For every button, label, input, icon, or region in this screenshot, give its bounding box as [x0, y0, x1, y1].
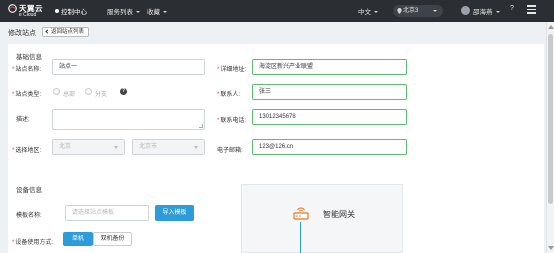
description-label: 描述: [16, 117, 30, 123]
region-selector[interactable]: 北京3 [393, 5, 443, 17]
dot-icon [55, 9, 59, 13]
top-navigation-bar: 天翼云 e Cloud 控制中心 服务列表 收藏 中文 北京3 邵海燕 ? [0, 0, 554, 22]
area-label: *选择地区: [12, 148, 42, 154]
province-select[interactable]: 北京 [52, 139, 125, 155]
city-select[interactable]: 北京市 [132, 139, 205, 155]
description-textarea[interactable] [52, 109, 205, 130]
contact-input[interactable]: 张三 [252, 84, 407, 100]
language-label: 中文 [358, 9, 371, 16]
page-title: 修改站点 [8, 30, 36, 37]
resize-handle[interactable] [199, 124, 203, 128]
help-icon[interactable]: ? [510, 5, 514, 12]
device-info-heading: 设备信息 [16, 187, 42, 194]
connection-line [300, 222, 301, 253]
back-to-site-list-button[interactable]: 返回站点列表 [42, 27, 90, 37]
site-name-label: *站点名称: [12, 67, 42, 73]
site-type-hq-label: 总部 [63, 92, 76, 98]
phone-label: *联系电话: [217, 118, 247, 124]
site-type-hq-radio[interactable] [53, 88, 60, 95]
province-value: 北京 [59, 144, 72, 150]
import-template-button[interactable]: 导入模板 [155, 205, 194, 221]
hamburger-menu-icon[interactable] [527, 5, 537, 16]
user-name: 邵海燕 [473, 9, 493, 16]
caret-down-icon [433, 10, 437, 12]
gateway-router-icon [293, 207, 309, 220]
template-label: 模板名称: [16, 213, 42, 219]
caret-down-icon [194, 146, 198, 149]
mode-dual-backup-button[interactable]: 双机备份 [93, 232, 132, 246]
back-button-label: 返回站点列表 [51, 29, 85, 35]
site-type-label: *站点类型: [12, 92, 42, 98]
nav-favorites-label: 收藏 [147, 9, 160, 16]
tianyi-logo-icon [8, 4, 17, 13]
city-value: 北京市 [139, 144, 158, 150]
contact-label: *联系人: [217, 92, 241, 98]
brand-logo[interactable]: 天翼云 e Cloud [8, 3, 44, 19]
region-label: 北京3 [403, 8, 419, 14]
language-switch[interactable]: 中文 [358, 6, 378, 16]
site-type-branch-radio[interactable] [85, 88, 92, 95]
console-home-link[interactable]: 控制中心 [55, 6, 87, 16]
device-mode-label: *设备使用方式: [12, 240, 54, 246]
mode-single-button[interactable]: 单机 [63, 232, 93, 246]
scroll-down-arrow-icon[interactable] [548, 246, 554, 250]
caret-down-icon [163, 11, 167, 13]
avatar[interactable] [461, 6, 470, 15]
caret-down-icon [374, 11, 378, 13]
question-icon[interactable]: ? [120, 88, 127, 95]
nav-service-list-label: 服务列表 [107, 9, 133, 16]
caret-down-icon [136, 11, 140, 13]
phone-input[interactable]: 13012345678 [252, 109, 407, 125]
template-select[interactable]: 请选择站点模板 [65, 205, 149, 221]
location-pin-icon [397, 8, 402, 14]
console-label: 控制中心 [61, 9, 87, 16]
network-diagram: 智能网关 [241, 184, 403, 253]
vertical-scrollbar[interactable] [546, 22, 554, 253]
email-label: 电子邮箱: [217, 148, 243, 154]
logo-text-en: e Cloud [19, 12, 37, 18]
email-input[interactable]: 123@126.cn [252, 139, 407, 155]
caret-down-icon [495, 11, 500, 13]
nav-service-list[interactable]: 服务列表 [107, 6, 140, 16]
site-type-branch-label: 分支 [95, 92, 108, 98]
scroll-up-arrow-icon[interactable] [548, 25, 554, 29]
gateway-label: 智能网关 [323, 210, 355, 219]
basic-info-heading: 基础信息 [16, 54, 42, 61]
address-input[interactable]: 海淀区新兴产业联盟 [252, 59, 407, 75]
address-label: *详细地址: [217, 67, 247, 73]
nav-favorites[interactable]: 收藏 [147, 6, 167, 16]
user-menu[interactable]: 邵海燕 [473, 6, 500, 16]
caret-down-icon [114, 146, 118, 149]
scrollbar-thumb[interactable] [548, 34, 553, 204]
site-name-input[interactable]: 站点一 [52, 59, 205, 75]
chevron-left-icon [45, 28, 50, 34]
